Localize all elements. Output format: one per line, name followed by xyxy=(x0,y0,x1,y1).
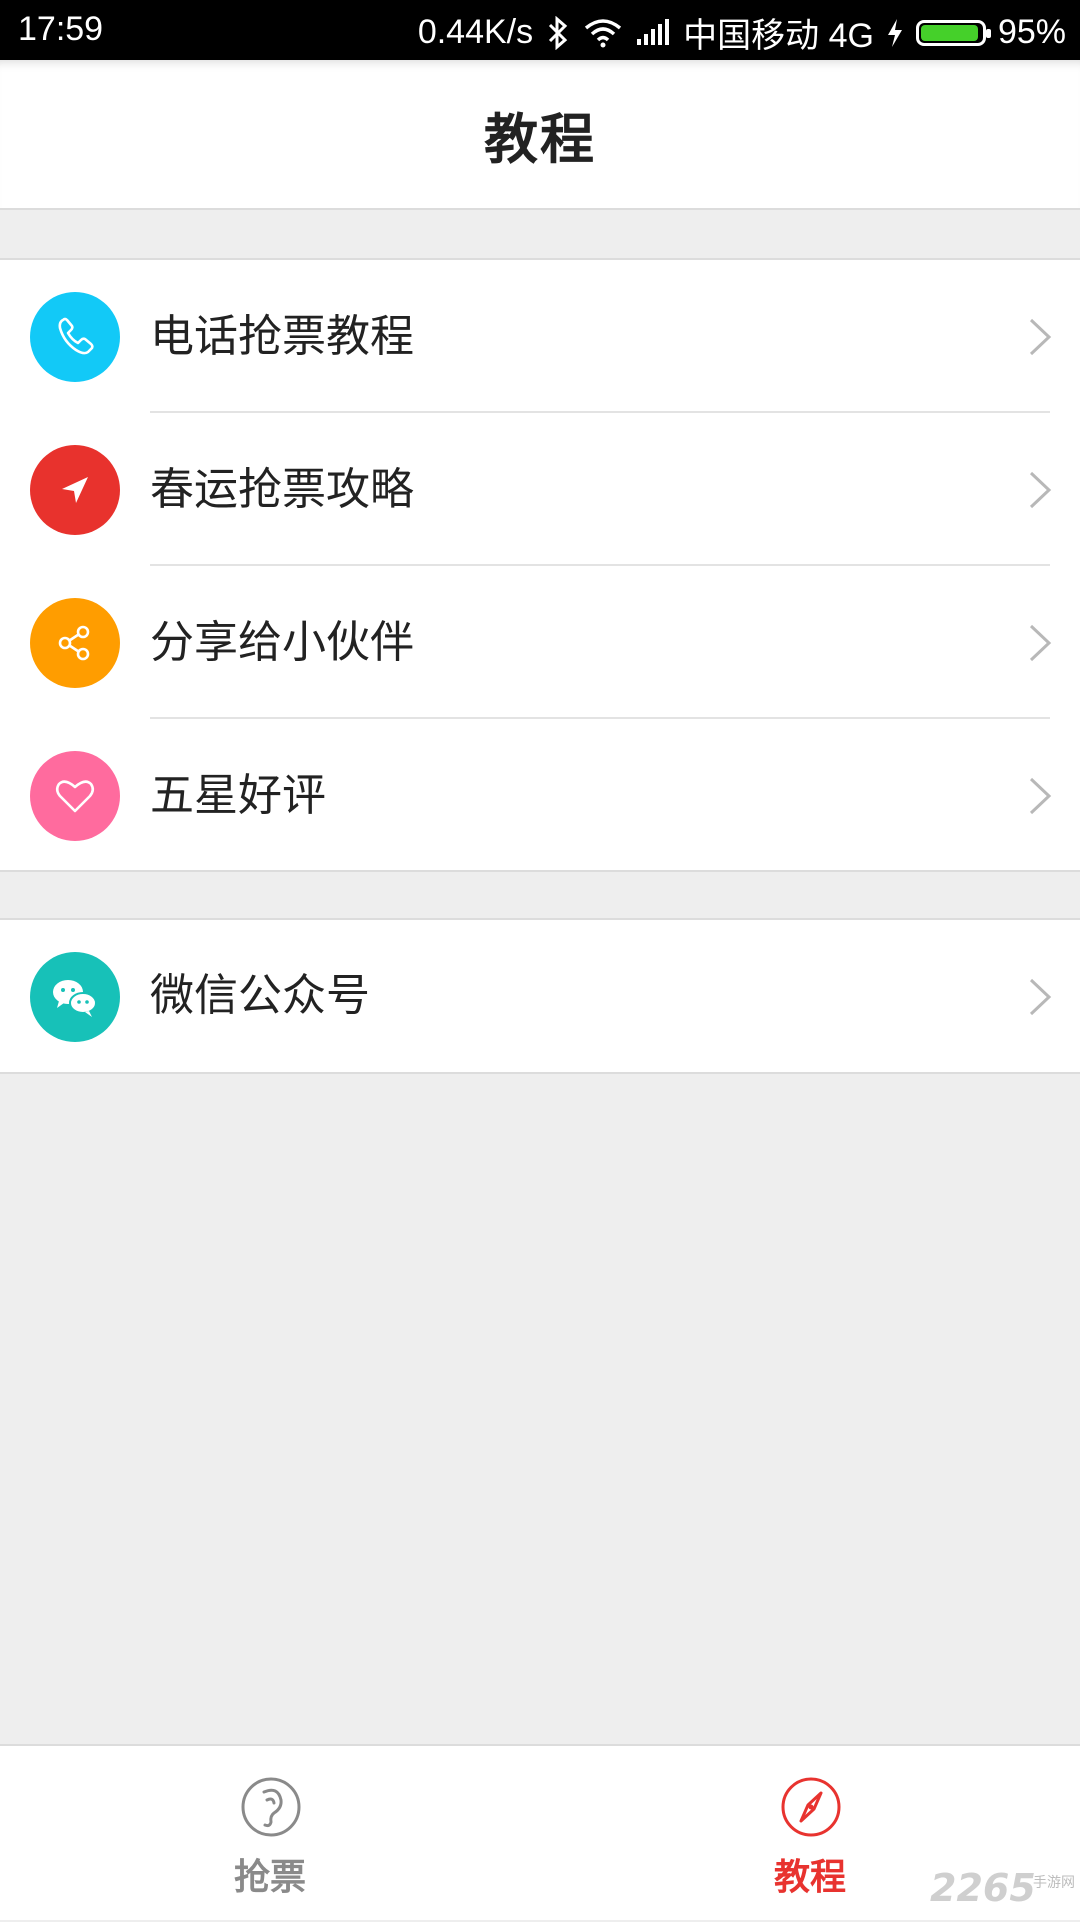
battery-fill xyxy=(920,24,978,41)
tab-jiaocheng[interactable]: 教程 xyxy=(730,1746,890,1922)
watermark-number: 2265 xyxy=(930,1866,1036,1910)
signal-icon xyxy=(635,18,671,47)
network-speed: 0.44K/s xyxy=(417,13,534,51)
menu-item-label: 分享给小伙伴 xyxy=(150,617,414,668)
charging-icon xyxy=(886,18,904,48)
chevron-right-icon xyxy=(1028,776,1052,820)
watermark-site: 手游网 xyxy=(1033,1875,1075,1891)
ear-phone-icon xyxy=(240,1776,302,1842)
bluetooth-icon xyxy=(545,15,571,50)
phone-icon xyxy=(30,292,120,382)
bottom-tab-bar: 抢票 教程 xyxy=(0,1744,1080,1920)
menu-item-label: 五星好评 xyxy=(150,770,326,821)
chevron-right-icon xyxy=(1028,470,1052,514)
status-right: 0.44K/s 中国移动 4G 95% xyxy=(418,8,1066,57)
status-bar: 17:59 0.44K/s 中国移动 4G 95% xyxy=(0,0,1080,60)
heart-icon xyxy=(30,751,120,841)
menu-group-wechat: 微信公众号 xyxy=(0,918,1080,1074)
battery-percent: 95% xyxy=(997,13,1066,51)
menu-item-label: 微信公众号 xyxy=(150,970,370,1021)
wechat-icon xyxy=(30,952,120,1042)
wifi-icon xyxy=(583,18,623,48)
carrier-label: 中国移动 4G xyxy=(683,17,874,55)
chevron-right-icon xyxy=(1028,317,1052,361)
page-title: 教程 xyxy=(484,107,596,171)
compass-icon xyxy=(780,1776,842,1842)
tab-label: 教程 xyxy=(773,1857,846,1898)
battery-icon xyxy=(915,19,991,46)
share-icon xyxy=(30,598,120,688)
tab-label: 抢票 xyxy=(233,1857,306,1898)
menu-item-label: 电话抢票教程 xyxy=(150,311,414,362)
chevron-right-icon xyxy=(1028,623,1052,667)
menu-group-main: 电话抢票教程 春运抢票攻略 分享给小伙伴 五星好评 xyxy=(0,258,1080,872)
chevron-right-icon xyxy=(1028,977,1052,1021)
menu-item-spring-festival-guide[interactable]: 春运抢票攻略 xyxy=(0,413,1080,566)
menu-item-phone-tutorial[interactable]: 电话抢票教程 xyxy=(0,260,1080,413)
menu-item-five-star-review[interactable]: 五星好评 xyxy=(0,719,1080,872)
menu-item-label: 春运抢票攻略 xyxy=(150,464,414,515)
tab-qiangpiao[interactable]: 抢票 xyxy=(190,1746,350,1922)
page-header: 教程 xyxy=(0,60,1080,210)
watermark-logo: 2265 手游网 xyxy=(930,1866,1080,1910)
status-time: 17:59 xyxy=(18,10,104,48)
menu-item-wechat-official[interactable]: 微信公众号 xyxy=(0,920,1080,1072)
menu-item-share[interactable]: 分享给小伙伴 xyxy=(0,566,1080,719)
navigation-arrow-icon xyxy=(30,445,120,535)
